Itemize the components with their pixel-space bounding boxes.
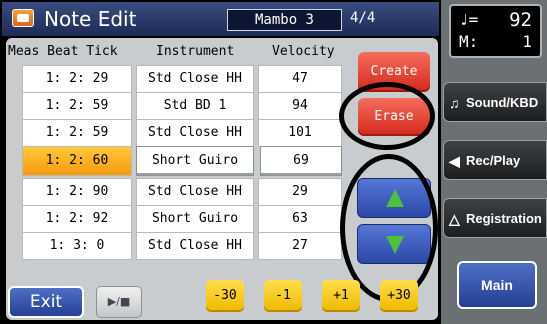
row-3-velocity-button[interactable]: 69 bbox=[260, 146, 342, 176]
note-edit-icon bbox=[12, 9, 34, 27]
tempo-display: ♩= 92 M: 1 bbox=[449, 4, 542, 58]
note-list-area: Meas Beat Tick Instrument Velocity 1: 2:… bbox=[6, 38, 438, 320]
row-1-instrument[interactable]: Std BD 1 bbox=[136, 92, 254, 120]
registration-icon: △ bbox=[449, 211, 460, 227]
note-edit-panel: Note Edit Mambo 3 4/4 Meas Beat Tick Ins… bbox=[0, 0, 441, 324]
sound-kbd-label: Sound/KBD bbox=[466, 95, 539, 110]
minus-30-button[interactable]: -30 bbox=[206, 280, 244, 312]
row-4-position[interactable]: 1: 2: 90 bbox=[22, 178, 132, 206]
row-5-position[interactable]: 1: 2: 92 bbox=[22, 205, 132, 233]
row-6-velocity[interactable]: 27 bbox=[258, 232, 342, 260]
row-2-velocity[interactable]: 101 bbox=[258, 119, 342, 147]
erase-highlight-circle bbox=[339, 82, 435, 150]
column-header-velocity: Velocity bbox=[272, 44, 335, 59]
side-panel: ♩= 92 M: 1 ♫ Sound/KBD ◀ Rec/Play △ Regi… bbox=[441, 0, 547, 324]
minus-1-button[interactable]: -1 bbox=[264, 280, 302, 312]
row-5-velocity[interactable]: 63 bbox=[258, 205, 342, 233]
row-3-position-selected[interactable]: 1: 2: 60 bbox=[22, 146, 132, 176]
page-title: Note Edit bbox=[44, 7, 137, 31]
song-name: Mambo 3 bbox=[227, 9, 342, 31]
main-button[interactable]: Main bbox=[457, 261, 537, 309]
play-stop-button[interactable]: ▶/■ bbox=[96, 286, 142, 318]
music-note-icon: ♫ bbox=[449, 95, 460, 111]
time-signature: 4/4 bbox=[350, 10, 376, 26]
row-2-position[interactable]: 1: 2: 59 bbox=[22, 119, 132, 147]
row-1-position[interactable]: 1: 2: 59 bbox=[22, 92, 132, 120]
row-6-instrument[interactable]: Std Close HH bbox=[136, 232, 254, 260]
tempo-value: 92 bbox=[509, 9, 532, 31]
row-4-velocity[interactable]: 29 bbox=[258, 178, 342, 206]
row-0-velocity[interactable]: 47 bbox=[258, 65, 342, 93]
rec-play-label: Rec/Play bbox=[466, 153, 521, 168]
rec-play-button[interactable]: ◀ Rec/Play bbox=[443, 140, 547, 180]
registration-button[interactable]: △ Registration bbox=[443, 198, 547, 238]
measure-label: M: bbox=[459, 32, 479, 51]
row-3-instrument-button[interactable]: Short Guiro bbox=[136, 146, 254, 176]
row-6-position[interactable]: 1: 3: 0 bbox=[22, 232, 132, 260]
plus-30-button[interactable]: +30 bbox=[380, 280, 418, 312]
row-1-velocity[interactable]: 94 bbox=[258, 92, 342, 120]
plus-1-button[interactable]: +1 bbox=[322, 280, 360, 312]
tempo-note-icon: ♩= bbox=[459, 10, 479, 29]
registration-label: Registration bbox=[466, 211, 542, 226]
row-0-instrument[interactable]: Std Close HH bbox=[136, 65, 254, 93]
column-header-instrument: Instrument bbox=[156, 44, 235, 59]
row-4-instrument[interactable]: Std Close HH bbox=[136, 178, 254, 206]
row-2-instrument[interactable]: Std Close HH bbox=[136, 119, 254, 147]
exit-button[interactable]: Exit bbox=[8, 286, 84, 318]
title-bar: Note Edit Mambo 3 4/4 bbox=[2, 2, 439, 36]
sound-kbd-button[interactable]: ♫ Sound/KBD bbox=[443, 82, 547, 122]
row-0-position[interactable]: 1: 2: 29 bbox=[22, 65, 132, 93]
row-5-instrument[interactable]: Short Guiro bbox=[136, 205, 254, 233]
speaker-icon: ◀ bbox=[449, 153, 460, 169]
column-header-position: Meas Beat Tick bbox=[8, 44, 118, 59]
measure-value: 1 bbox=[522, 32, 532, 51]
